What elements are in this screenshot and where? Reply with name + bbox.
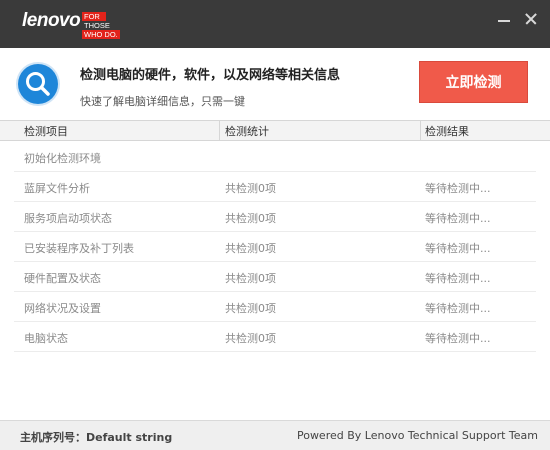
row-result: 等待检测中... (425, 182, 491, 195)
row-result: 等待检测中... (425, 272, 491, 285)
start-scan-button[interactable]: 立即检测 (419, 61, 528, 103)
row-result: 等待检测中... (425, 332, 491, 345)
row-stat: 共检测0项 (225, 332, 276, 345)
row-item: 电脑状态 (24, 332, 68, 345)
logo-tag-line-2: THOSE (84, 21, 110, 30)
row-item: 蓝屏文件分析 (24, 182, 90, 195)
table-row: 网络状况及设置 共检测0项 等待检测中... (14, 292, 536, 322)
row-stat: 共检测0项 (225, 302, 276, 315)
logo-tagline: FOR THOSE WHO DO. (82, 12, 132, 39)
logo-tag-line-1: FOR (82, 12, 106, 21)
row-stat: 共检测0项 (225, 272, 276, 285)
minimize-button[interactable] (495, 10, 513, 28)
status-bar: 主机序列号：Default string Powered By Lenovo T… (0, 420, 550, 450)
table-row: 硬件配置及状态 共检测0项 等待检测中... (14, 262, 536, 292)
table-row: 服务项启动项状态 共检测0项 等待检测中... (14, 202, 536, 232)
table-row: 电脑状态 共检测0项 等待检测中... (14, 322, 536, 352)
row-stat: 共检测0项 (225, 182, 276, 195)
column-divider[interactable] (219, 121, 220, 140)
row-result: 等待检测中... (425, 212, 491, 225)
close-button[interactable] (522, 10, 540, 28)
table-row: 初始化检测环境 (14, 142, 536, 172)
row-item: 硬件配置及状态 (24, 272, 101, 285)
table-row: 蓝屏文件分析 共检测0项 等待检测中... (14, 172, 536, 202)
table-row: 已安装程序及补丁列表 共检测0项 等待检测中... (14, 232, 536, 262)
column-header-result: 检测结果 (425, 125, 469, 138)
row-result: 等待检测中... (425, 302, 491, 315)
row-item: 网络状况及设置 (24, 302, 101, 315)
table-header: 检测项目 检测统计 检测结果 (0, 120, 550, 141)
header-subtitle: 快速了解电脑详细信息，只需一键 (80, 95, 245, 108)
column-header-stat: 检测统计 (225, 125, 269, 138)
header-panel: 检测电脑的硬件，软件，以及网络等相关信息 快速了解电脑详细信息，只需一键 立即检… (0, 48, 550, 120)
search-icon (18, 64, 58, 104)
logo-tag-line-3: WHO DO. (82, 30, 120, 39)
header-title: 检测电脑的硬件，软件，以及网络等相关信息 (80, 68, 341, 83)
check-list: 初始化检测环境 蓝屏文件分析 共检测0项 等待检测中... 服务项启动项状态 共… (0, 142, 550, 352)
column-header-item: 检测项目 (24, 125, 68, 138)
row-item: 服务项启动项状态 (24, 212, 112, 225)
row-stat: 共检测0项 (225, 212, 276, 225)
row-item: 已安装程序及补丁列表 (24, 242, 134, 255)
logo-word: lenovo (22, 10, 81, 31)
row-item: 初始化检测环境 (24, 152, 101, 165)
title-bar: lenovo FOR THOSE WHO DO. (0, 0, 550, 48)
serial-number: 主机序列号：Default string (20, 431, 173, 444)
powered-by-text: Powered By Lenovo Technical Support Team (296, 429, 538, 442)
row-stat: 共检测0项 (225, 242, 276, 255)
row-result: 等待检测中... (425, 242, 491, 255)
column-divider[interactable] (420, 121, 421, 140)
